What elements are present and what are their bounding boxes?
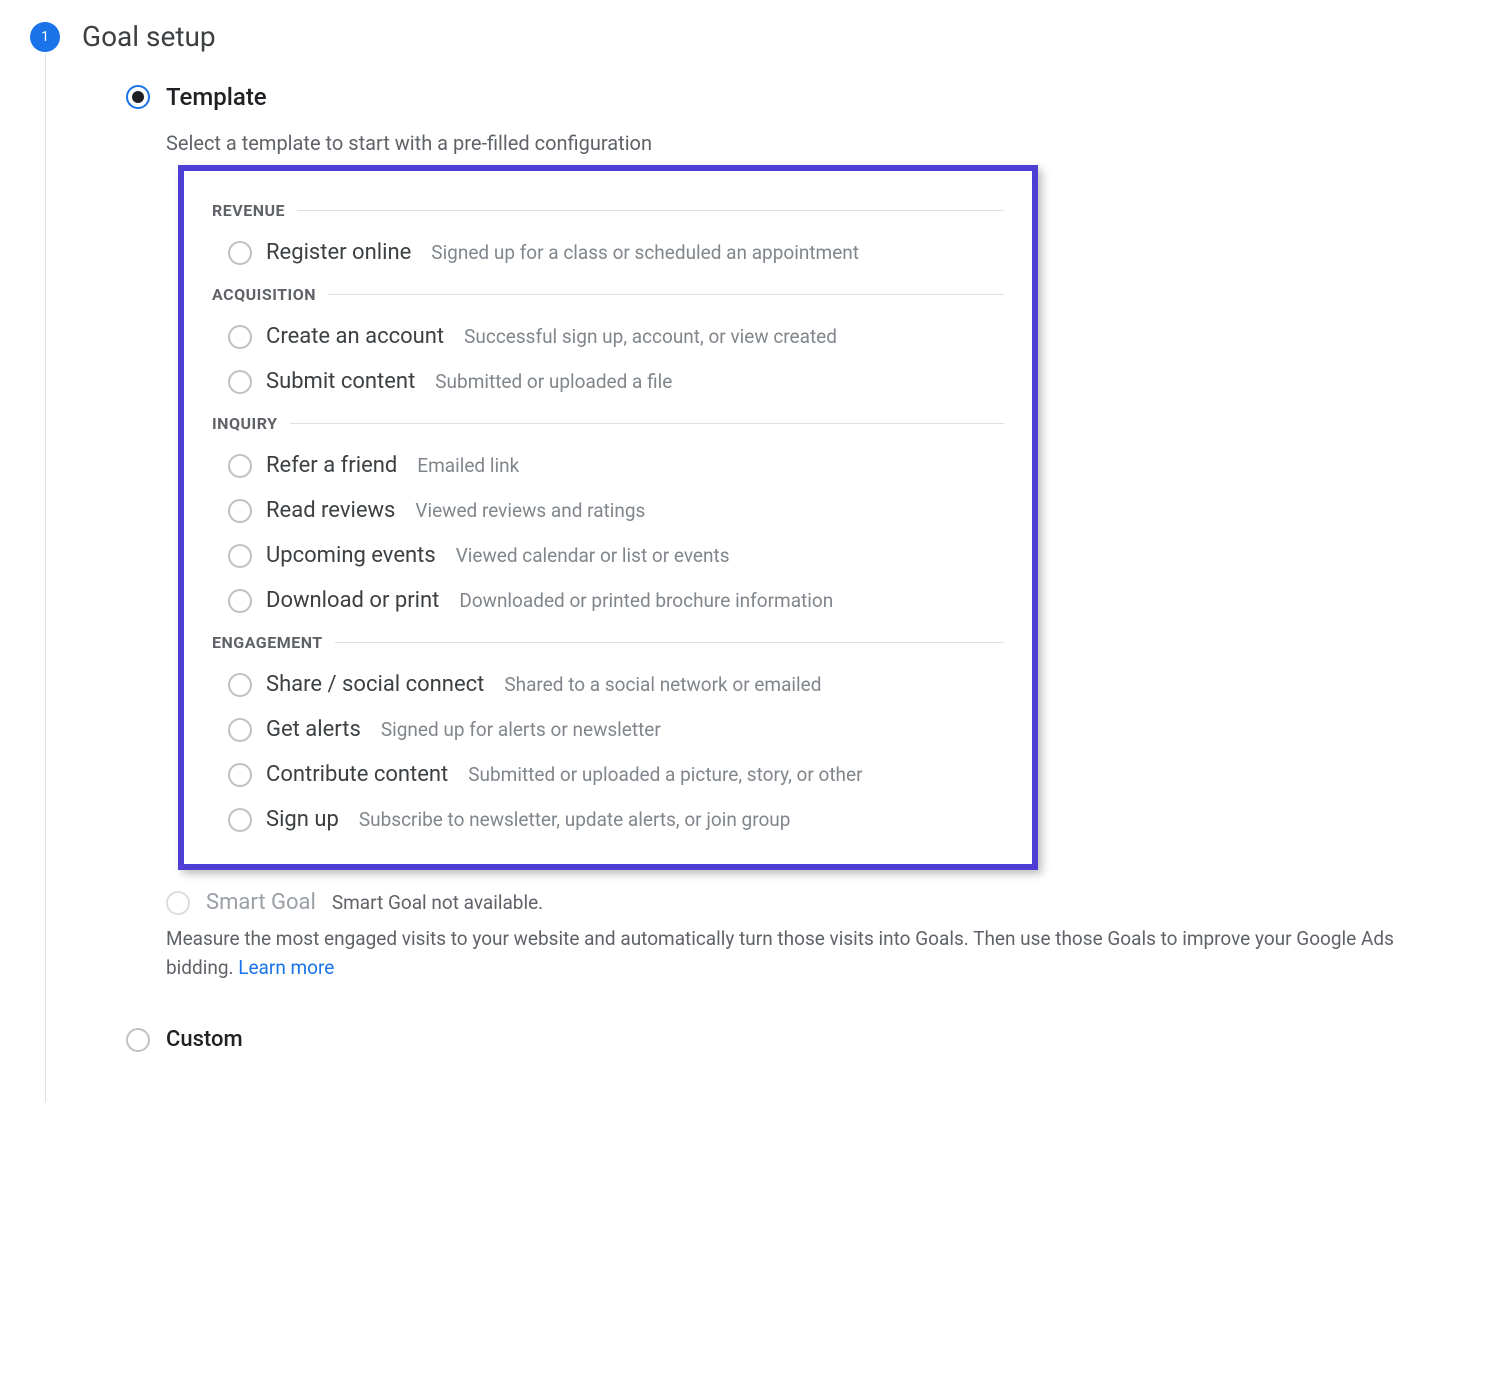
option-smart-goal: Smart Goal Smart Goal not available. xyxy=(166,890,1500,915)
option-desc: Submitted or uploaded a picture, story, … xyxy=(468,763,862,786)
option-desc: Shared to a social network or emailed xyxy=(504,673,821,696)
template-label: Template xyxy=(166,83,267,111)
category-acquisition: ACQUISITION Create an account Successful… xyxy=(212,285,1004,404)
template-option-create-account[interactable]: Create an account Successful sign up, ac… xyxy=(212,314,1004,359)
template-option-share-social[interactable]: Share / social connect Shared to a socia… xyxy=(212,662,1004,707)
option-label: Read reviews xyxy=(266,498,395,523)
option-label: Refer a friend xyxy=(266,453,397,478)
template-option-sign-up[interactable]: Sign up Subscribe to newsletter, update … xyxy=(212,797,1004,842)
category-engagement: ENGAGEMENT Share / social connect Shared… xyxy=(212,633,1004,842)
option-label: Register online xyxy=(266,240,411,265)
category-header: ENGAGEMENT xyxy=(212,633,323,652)
category-header: INQUIRY xyxy=(212,414,278,433)
category-header-row: ACQUISITION xyxy=(212,285,1004,304)
template-subtext: Select a template to start with a pre-fi… xyxy=(166,131,1500,155)
category-header-row: ENGAGEMENT xyxy=(212,633,1004,652)
option-desc: Successful sign up, account, or view cre… xyxy=(464,325,837,348)
option-desc: Viewed calendar or list or events xyxy=(456,544,730,567)
template-option-submit-content[interactable]: Submit content Submitted or uploaded a f… xyxy=(212,359,1004,404)
option-desc: Emailed link xyxy=(417,454,519,477)
category-header-row: REVENUE xyxy=(212,201,1004,220)
option-custom[interactable]: Custom xyxy=(126,1027,1500,1052)
step-body: Template Select a template to start with… xyxy=(45,53,1500,1102)
radio-icon[interactable] xyxy=(228,589,252,613)
radio-icon[interactable] xyxy=(126,1028,150,1052)
step-header: 1 Goal setup xyxy=(30,20,1500,53)
divider xyxy=(297,210,1004,211)
step-title: Goal setup xyxy=(82,20,216,53)
template-option-refer-friend[interactable]: Refer a friend Emailed link xyxy=(212,443,1004,488)
smart-goal-description: Measure the most engaged visits to your … xyxy=(166,925,1466,982)
option-label: Download or print xyxy=(266,588,439,613)
smart-goal-label: Smart Goal xyxy=(206,890,316,915)
option-label: Get alerts xyxy=(266,717,361,742)
option-label: Sign up xyxy=(266,807,339,832)
option-desc: Signed up for alerts or newsletter xyxy=(381,718,661,741)
divider xyxy=(335,642,1004,643)
option-desc: Submitted or uploaded a file xyxy=(435,370,672,393)
smart-goal-desc-text: Measure the most engaged visits to your … xyxy=(166,927,1394,979)
template-option-register-online[interactable]: Register online Signed up for a class or… xyxy=(212,230,1004,275)
radio-icon[interactable] xyxy=(228,718,252,742)
radio-disabled-icon xyxy=(166,891,190,915)
radio-selected-icon[interactable] xyxy=(126,85,150,109)
step-number-badge: 1 xyxy=(30,22,60,52)
option-label: Contribute content xyxy=(266,762,448,787)
option-template[interactable]: Template xyxy=(126,83,1500,111)
radio-icon[interactable] xyxy=(228,499,252,523)
template-categories-box: REVENUE Register online Signed up for a … xyxy=(178,165,1038,870)
template-option-download-print[interactable]: Download or print Downloaded or printed … xyxy=(212,578,1004,623)
category-header-row: INQUIRY xyxy=(212,414,1004,433)
option-label: Upcoming events xyxy=(266,543,436,568)
template-option-contribute-content[interactable]: Contribute content Submitted or uploaded… xyxy=(212,752,1004,797)
category-header: REVENUE xyxy=(212,201,285,220)
template-option-upcoming-events[interactable]: Upcoming events Viewed calendar or list … xyxy=(212,533,1004,578)
category-inquiry: INQUIRY Refer a friend Emailed link Read… xyxy=(212,414,1004,623)
option-desc: Signed up for a class or scheduled an ap… xyxy=(431,241,859,264)
category-revenue: REVENUE Register online Signed up for a … xyxy=(212,201,1004,275)
custom-label: Custom xyxy=(166,1027,243,1052)
radio-icon[interactable] xyxy=(228,673,252,697)
template-option-get-alerts[interactable]: Get alerts Signed up for alerts or newsl… xyxy=(212,707,1004,752)
radio-icon[interactable] xyxy=(228,325,252,349)
learn-more-link[interactable]: Learn more xyxy=(238,956,334,979)
option-desc: Subscribe to newsletter, update alerts, … xyxy=(359,808,791,831)
radio-icon[interactable] xyxy=(228,763,252,787)
radio-icon[interactable] xyxy=(228,808,252,832)
radio-icon[interactable] xyxy=(228,544,252,568)
divider xyxy=(328,294,1004,295)
smart-goal-status: Smart Goal not available. xyxy=(332,891,543,914)
template-option-read-reviews[interactable]: Read reviews Viewed reviews and ratings xyxy=(212,488,1004,533)
option-label: Create an account xyxy=(266,324,444,349)
category-header: ACQUISITION xyxy=(212,285,316,304)
option-desc: Viewed reviews and ratings xyxy=(415,499,645,522)
option-desc: Downloaded or printed brochure informati… xyxy=(459,589,833,612)
radio-icon[interactable] xyxy=(228,454,252,478)
option-label: Share / social connect xyxy=(266,672,484,697)
radio-icon[interactable] xyxy=(228,241,252,265)
radio-icon[interactable] xyxy=(228,370,252,394)
option-label: Submit content xyxy=(266,369,415,394)
divider xyxy=(290,423,1004,424)
